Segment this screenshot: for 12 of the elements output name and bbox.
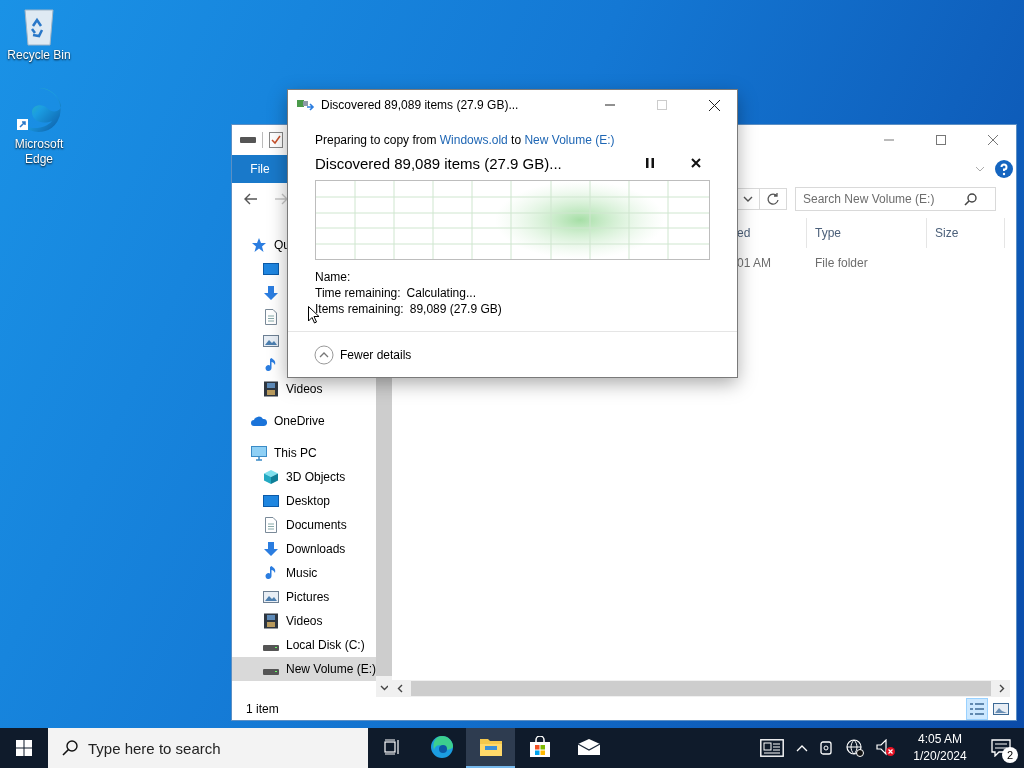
- detail-label: Items remaining:: [315, 302, 404, 318]
- table-cell-text: 01 AM: [736, 256, 773, 270]
- detail-label: Time remaining:: [315, 286, 401, 302]
- window-title: Discovered 89,089 items (27.9 GB)...: [321, 98, 519, 112]
- status-text: 1 item: [246, 701, 279, 716]
- progress-heading: Discovered 89,089 items (27.9 GB)...: [315, 154, 562, 172]
- copy-source-text: Preparing to copy from Windows.old to New Volume (E:): [315, 133, 616, 148]
- detail-label: Name:: [315, 270, 351, 286]
- table-cell-text: File folder: [814, 256, 869, 270]
- detail-value: 89,089 (27.9 GB): [409, 302, 502, 318]
- notification-count-badge: 2: [1002, 747, 1018, 763]
- detail-value: Calculating...: [406, 286, 476, 302]
